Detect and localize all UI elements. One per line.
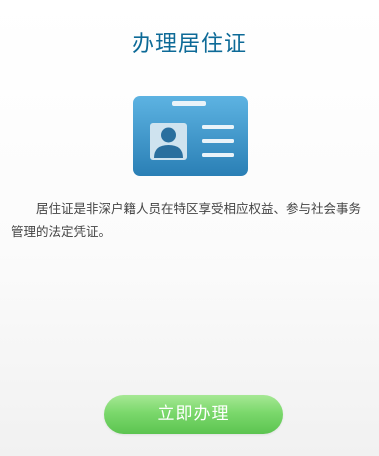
id-card-icon bbox=[133, 96, 248, 176]
apply-now-button[interactable]: 立即办理 bbox=[104, 395, 283, 434]
description-text: 居住证是非深户籍人员在特区享受相应权益、参与社会事务管理的法定凭证。 bbox=[11, 201, 362, 239]
page-title: 办理居住证 bbox=[131, 32, 247, 57]
